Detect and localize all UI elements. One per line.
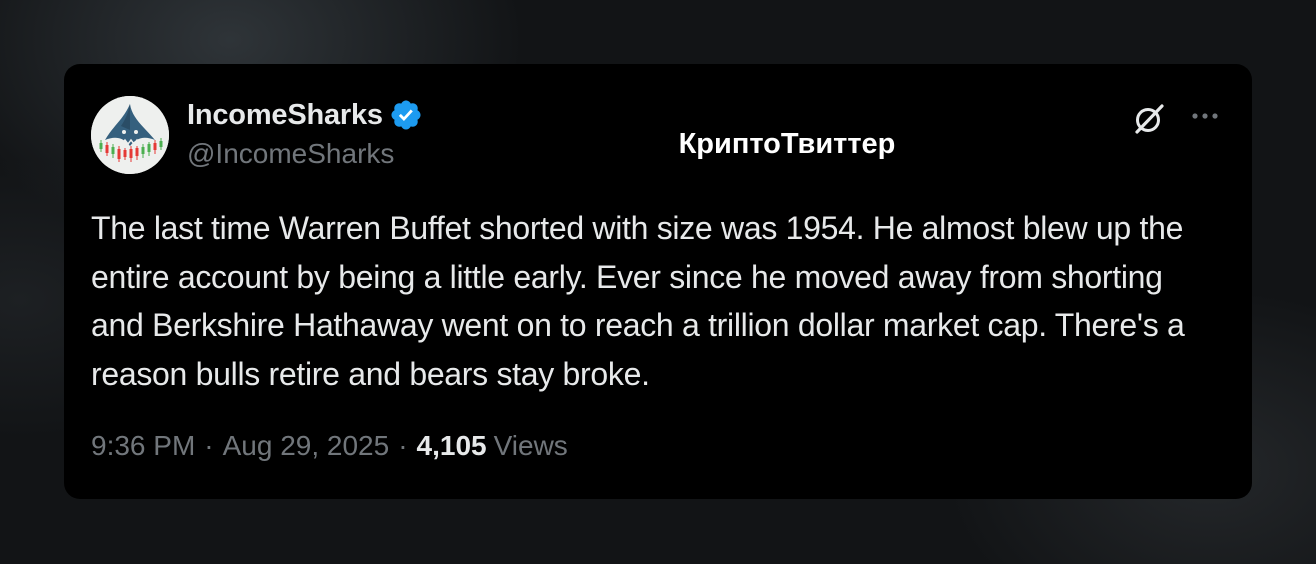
shark-candlestick-logo-icon bbox=[91, 96, 169, 174]
grok-icon[interactable] bbox=[1132, 100, 1168, 136]
tweet-meta: 9:36 PM · Aug 29, 2025 · 4,105 Views bbox=[91, 430, 568, 462]
meta-separator: · bbox=[398, 430, 408, 461]
tweet-time[interactable]: 9:36 PM bbox=[91, 430, 195, 462]
tweet-text: The last time Warren Buffet shorted with… bbox=[91, 210, 1185, 392]
meta-separator: · bbox=[204, 430, 214, 461]
author-display-name[interactable]: IncomeSharks bbox=[187, 99, 383, 132]
tweet-date[interactable]: Aug 29, 2025 bbox=[223, 430, 390, 462]
author-name-row: IncomeSharks bbox=[187, 98, 423, 132]
watermark-label: КриптоТвиттер bbox=[678, 128, 896, 160]
tweet-card: IncomeSharks @IncomeSharks КриптоТвиттер… bbox=[64, 64, 1252, 499]
views-label: Views bbox=[493, 430, 568, 461]
verified-badge-icon[interactable] bbox=[389, 98, 423, 132]
avatar[interactable] bbox=[91, 96, 169, 174]
author-handle[interactable]: @IncomeSharks bbox=[187, 138, 394, 170]
more-options-icon[interactable] bbox=[1188, 102, 1222, 130]
views-count: 4,105 bbox=[416, 430, 487, 461]
